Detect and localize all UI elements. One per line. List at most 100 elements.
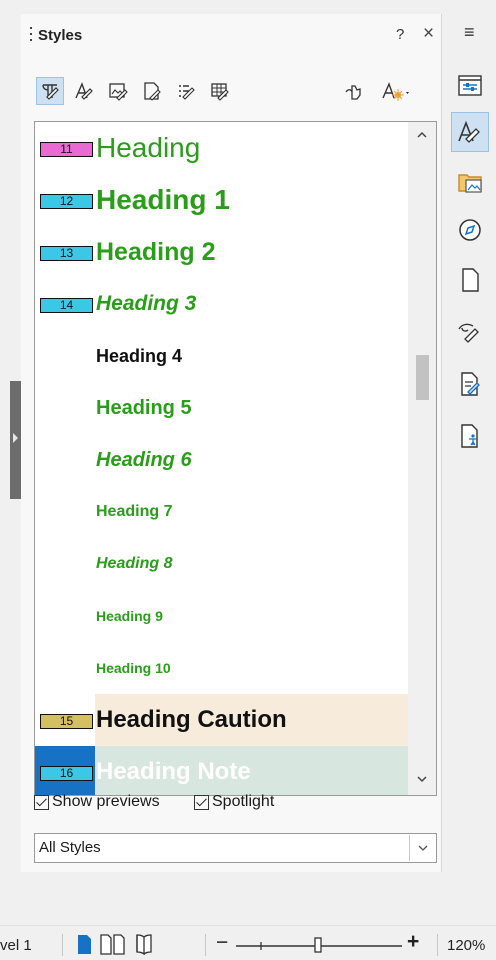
sidebar-accessibility-check-button[interactable]	[451, 416, 489, 456]
checkbox-checked-icon	[34, 794, 49, 810]
style-name-label: Heading	[96, 132, 201, 163]
paragraph-styles-button[interactable]	[36, 77, 64, 105]
style-list-item[interactable]: 15 Heading Caution	[35, 694, 409, 746]
left-edge	[0, 0, 10, 960]
expand-arrow-icon	[13, 433, 18, 443]
panel-title: Styles	[38, 27, 83, 44]
help-button[interactable]: ?	[396, 26, 404, 43]
page-styles-button[interactable]	[138, 77, 166, 105]
table-styles-button[interactable]	[206, 77, 234, 105]
frame-styles-button[interactable]	[104, 77, 132, 105]
new-style-menu-button[interactable]	[376, 77, 416, 105]
list-styles-button[interactable]	[172, 77, 200, 105]
sidebar-tabbar: ≡	[442, 14, 496, 872]
divider	[205, 934, 206, 956]
sidebar-properties-button[interactable]	[451, 66, 489, 106]
zoom-out-button[interactable]: −	[216, 931, 228, 955]
style-name-label: Heading 7	[96, 503, 173, 520]
styles-list[interactable]: 11 Heading 12 Heading 1 13 Heading 2 14 Heading…	[34, 121, 437, 796]
style-list-item[interactable]: Heading 5	[35, 382, 409, 434]
style-name-label: Heading 4	[96, 346, 183, 366]
character-styles-button[interactable]	[70, 77, 98, 105]
paragraph-style-icon	[42, 84, 59, 100]
style-name-label: Heading 6	[96, 449, 192, 471]
checkbox-checked-icon	[194, 794, 209, 810]
zoom-in-button[interactable]: +	[407, 930, 419, 954]
dropdown-button[interactable]	[409, 835, 435, 861]
divider	[62, 934, 63, 956]
spotlight-badge: 14	[40, 298, 93, 313]
sidebar-page-button[interactable]	[451, 260, 489, 300]
fill-format-mode-button[interactable]	[340, 77, 368, 105]
spotlight-badge: 15	[40, 714, 93, 729]
multi-page-view-icon[interactable]	[100, 934, 125, 955]
style-list-item[interactable]: 13 Heading 2	[35, 226, 409, 278]
spotlight-badge: 16	[40, 766, 93, 781]
styles-deck: Styles ? × 11 Heading 12 Heading 1 13 Heading…	[21, 14, 441, 872]
style-list-item[interactable]: Heading 7	[35, 486, 409, 538]
show-previews-label: Show previews	[52, 793, 160, 810]
style-name-label: Heading 5	[96, 397, 192, 419]
style-list-item[interactable]: 11 Heading	[35, 122, 409, 174]
chevron-down-icon	[418, 845, 427, 851]
scroll-up-arrow-icon[interactable]	[415, 128, 429, 142]
styles-icon	[458, 120, 480, 143]
style-list-item[interactable]: Heading 10	[35, 642, 409, 694]
scrollbar-thumb[interactable]	[416, 355, 429, 400]
character-style-icon	[75, 82, 93, 100]
show-previews-checkbox[interactable]: Show previews	[34, 793, 160, 811]
sidebar-collapse-handle[interactable]	[10, 381, 21, 499]
view-layout-buttons[interactable]	[74, 933, 198, 955]
table-style-icon	[211, 83, 229, 101]
gallery-icon	[458, 174, 482, 193]
sidebar-gallery-button[interactable]	[451, 162, 489, 202]
sidebar-style-inspector-button[interactable]	[451, 312, 489, 352]
style-name-label: Heading Caution	[96, 706, 287, 733]
style-list-item[interactable]: Heading 9	[35, 590, 409, 642]
properties-icon	[458, 75, 482, 96]
style-inspector-icon	[458, 323, 479, 343]
sidebar-styles-button[interactable]	[451, 112, 489, 152]
style-filter-select[interactable]: All Styles	[34, 833, 437, 863]
style-list-item[interactable]: Heading 8	[35, 538, 409, 590]
style-filter-value: All Styles	[39, 839, 101, 856]
book-view-icon[interactable]	[136, 934, 152, 955]
close-button[interactable]: ×	[423, 23, 434, 45]
style-name-label: Heading 1	[96, 184, 230, 215]
styles-list-scrollbar[interactable]	[408, 122, 436, 795]
fill-format-icon	[345, 85, 361, 100]
frame-style-icon	[109, 83, 128, 101]
style-list-item[interactable]: Heading 6	[35, 434, 409, 486]
spotlight-badge: 13	[40, 246, 93, 261]
zoom-level[interactable]: 120%	[447, 937, 485, 954]
new-style-icon	[382, 82, 409, 101]
style-name-label: Heading 8	[96, 555, 173, 572]
sidebar-manage-changes-button[interactable]	[451, 364, 489, 404]
style-name-label: Heading 3	[96, 292, 197, 315]
zoom-slider[interactable]	[234, 934, 404, 954]
status-bar: vel 1 − + 120%	[0, 925, 496, 960]
divider	[437, 934, 438, 956]
accessibility-check-icon	[461, 424, 478, 448]
page-style-icon	[144, 82, 161, 101]
spotlight-badge: 11	[40, 142, 93, 157]
style-name-label: Heading Note	[96, 758, 251, 785]
manage-changes-icon	[461, 372, 480, 396]
scroll-down-arrow-icon[interactable]	[415, 772, 429, 786]
spotlight-label: Spotlight	[212, 793, 275, 810]
sidebar-menu-icon[interactable]: ≡	[464, 22, 475, 43]
spotlight-checkbox[interactable]: Spotlight	[194, 793, 274, 811]
style-name-label: Heading 10	[96, 660, 171, 676]
list-style-icon	[179, 85, 195, 100]
style-list-item[interactable]: 14 Heading 3	[35, 278, 409, 330]
style-list-item[interactable]: 16 Heading Note	[35, 746, 409, 795]
sidebar-navigator-button[interactable]	[451, 210, 489, 250]
navigator-icon	[459, 219, 481, 241]
drag-grip-icon[interactable]	[30, 25, 32, 43]
zoom-slider-thumb[interactable]	[314, 937, 322, 953]
outline-level: vel 1	[0, 937, 32, 954]
single-page-view-icon[interactable]	[78, 935, 91, 954]
style-list-item[interactable]: 12 Heading 1	[35, 174, 409, 226]
style-name-label: Heading 9	[96, 608, 163, 624]
style-list-item[interactable]: Heading 4	[35, 330, 409, 382]
